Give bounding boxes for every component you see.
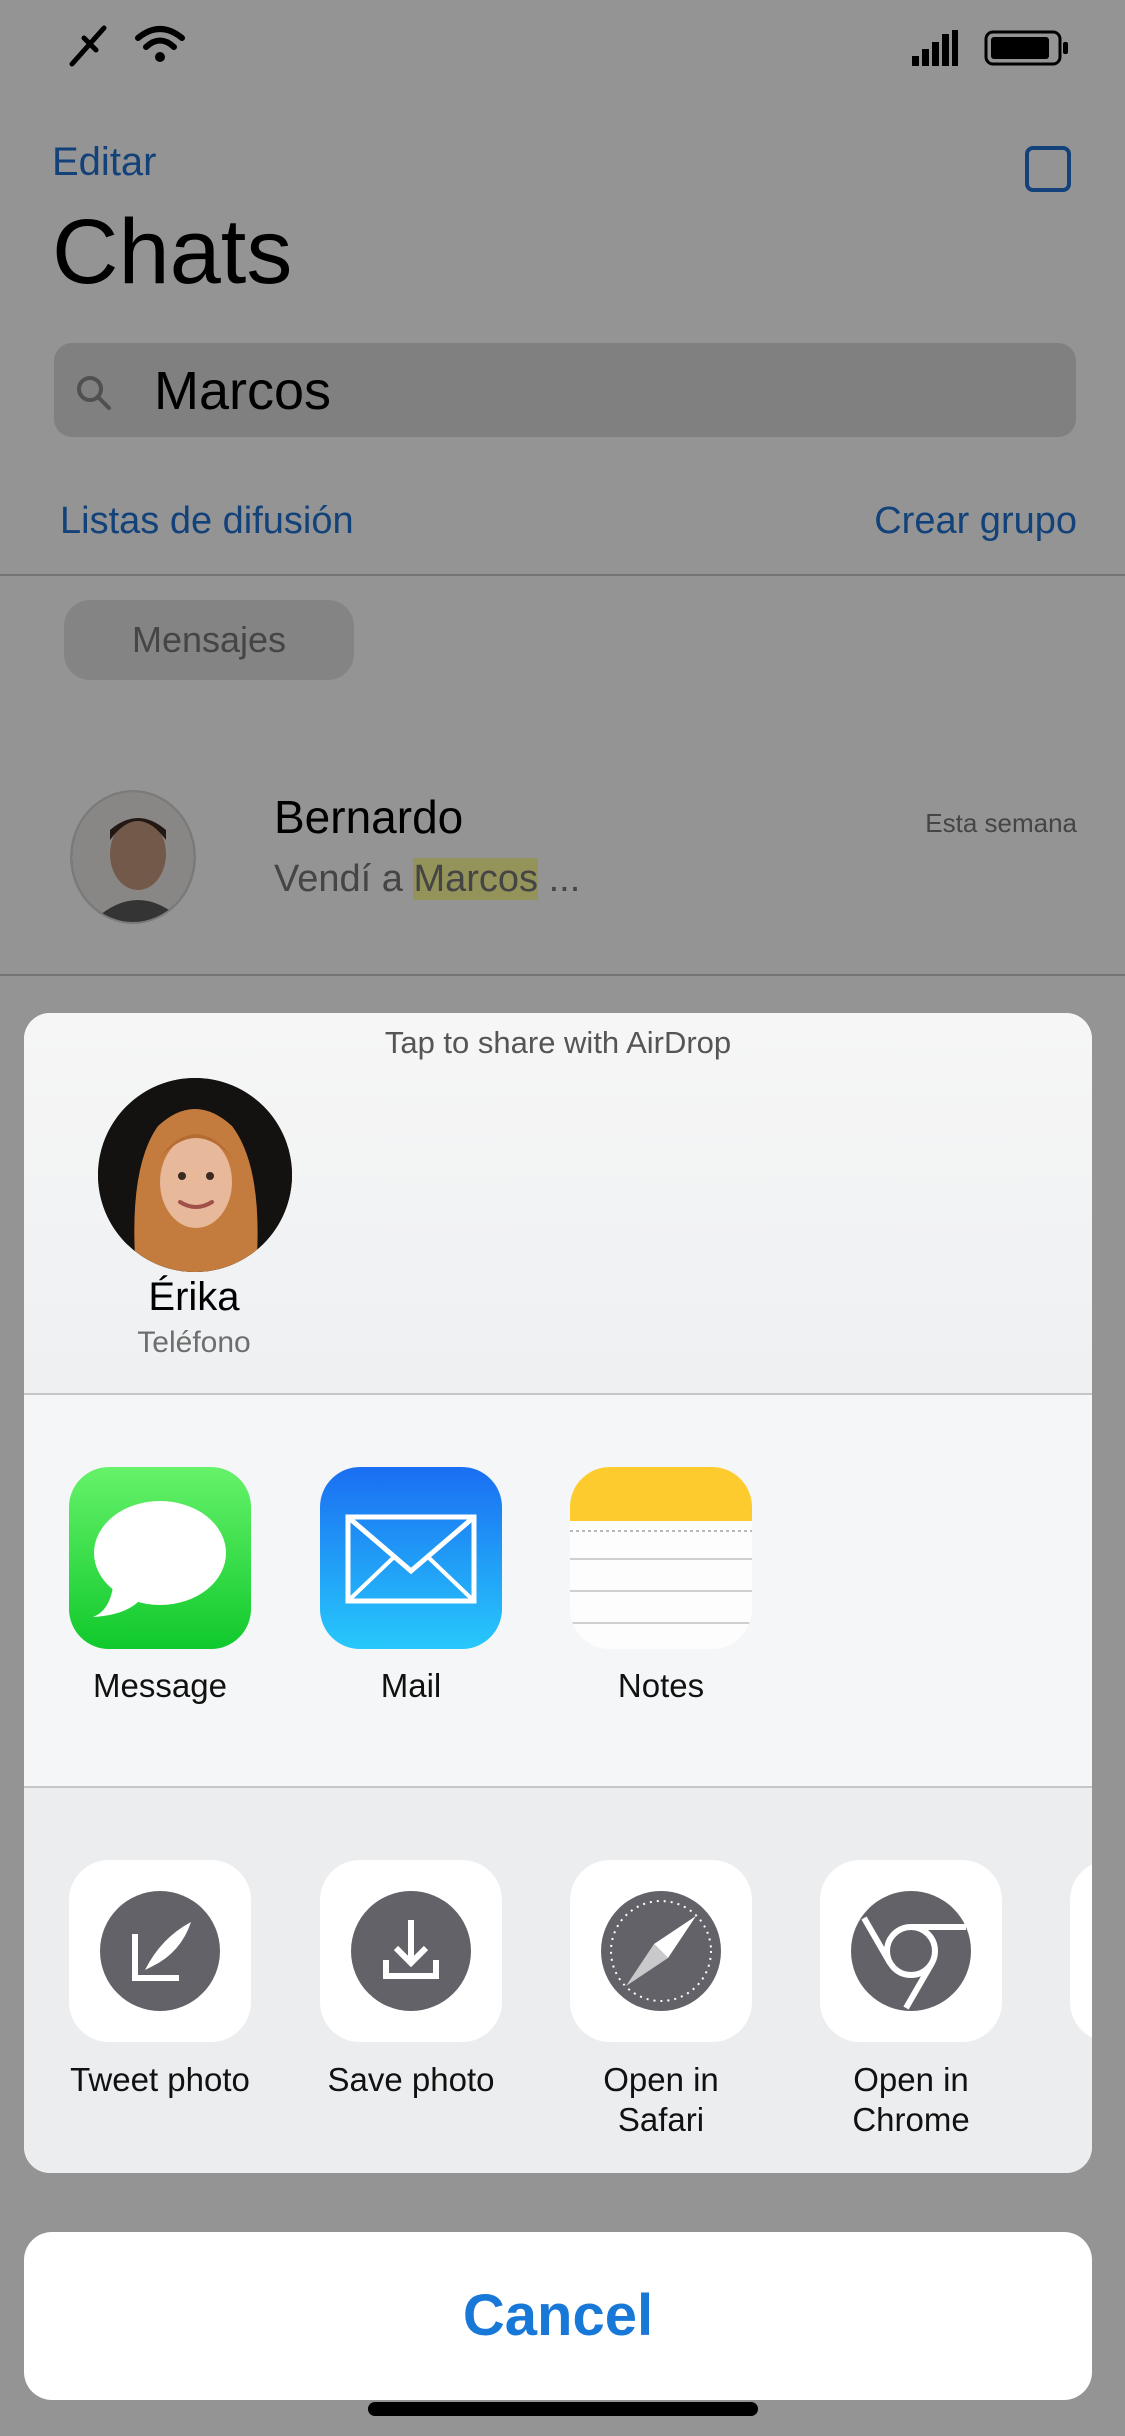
notes-icon: [570, 1467, 752, 1649]
share-app-message[interactable]: Message: [69, 1467, 251, 1704]
action-label: Open in Chrome: [786, 2060, 1036, 2140]
share-actions-row: Tweet photo Save photo Open in Safari Op…: [24, 1788, 1092, 2173]
share-sheet: Tap to share with AirDrop Érika Teléfono: [24, 1013, 1092, 2173]
airdrop-contact-device: Teléfono: [137, 1326, 251, 1359]
action-tweet-photo[interactable]: Tweet photo: [69, 1860, 251, 2098]
action-more-partial[interactable]: [1070, 1860, 1092, 2042]
action-open-safari[interactable]: Open in Safari: [570, 1860, 752, 2138]
action-open-chrome[interactable]: Open in Chrome: [820, 1860, 1002, 2138]
share-app-label: Mail: [380, 1667, 442, 1704]
share-app-label: Notes: [617, 1667, 705, 1704]
cancel-button[interactable]: Cancel: [24, 2232, 1092, 2400]
messages-icon: [69, 1467, 251, 1649]
share-app-mail[interactable]: Mail: [320, 1467, 502, 1704]
action-label-text: Open in Safari: [603, 2061, 719, 2138]
download-icon: [320, 1860, 502, 2042]
mail-icon: [320, 1467, 502, 1649]
action-label: Save photo: [327, 2061, 495, 2098]
action-label: Tweet photo: [70, 2061, 250, 2098]
action-label: Open in Safari: [536, 2060, 786, 2140]
action-label-text: Open in Chrome: [852, 2061, 970, 2138]
airdrop-contact-name: Érika: [148, 1275, 240, 1319]
airdrop-hint: Tap to share with AirDrop: [384, 1025, 732, 1060]
share-app-notes[interactable]: Notes: [570, 1467, 752, 1704]
share-app-label: Message: [93, 1667, 227, 1704]
home-indicator[interactable]: [368, 2402, 758, 2416]
chrome-icon: [820, 1860, 1002, 2042]
share-apps-row: Message Mail Notes: [24, 1395, 1092, 1795]
action-save-photo[interactable]: Save photo: [320, 1860, 502, 2098]
safari-icon: [570, 1860, 752, 2042]
tweet-icon: [69, 1860, 251, 2042]
airdrop-contact-avatar[interactable]: [98, 1078, 292, 1272]
airdrop-section: Tap to share with AirDrop Érika Teléfono: [24, 1013, 1092, 1393]
